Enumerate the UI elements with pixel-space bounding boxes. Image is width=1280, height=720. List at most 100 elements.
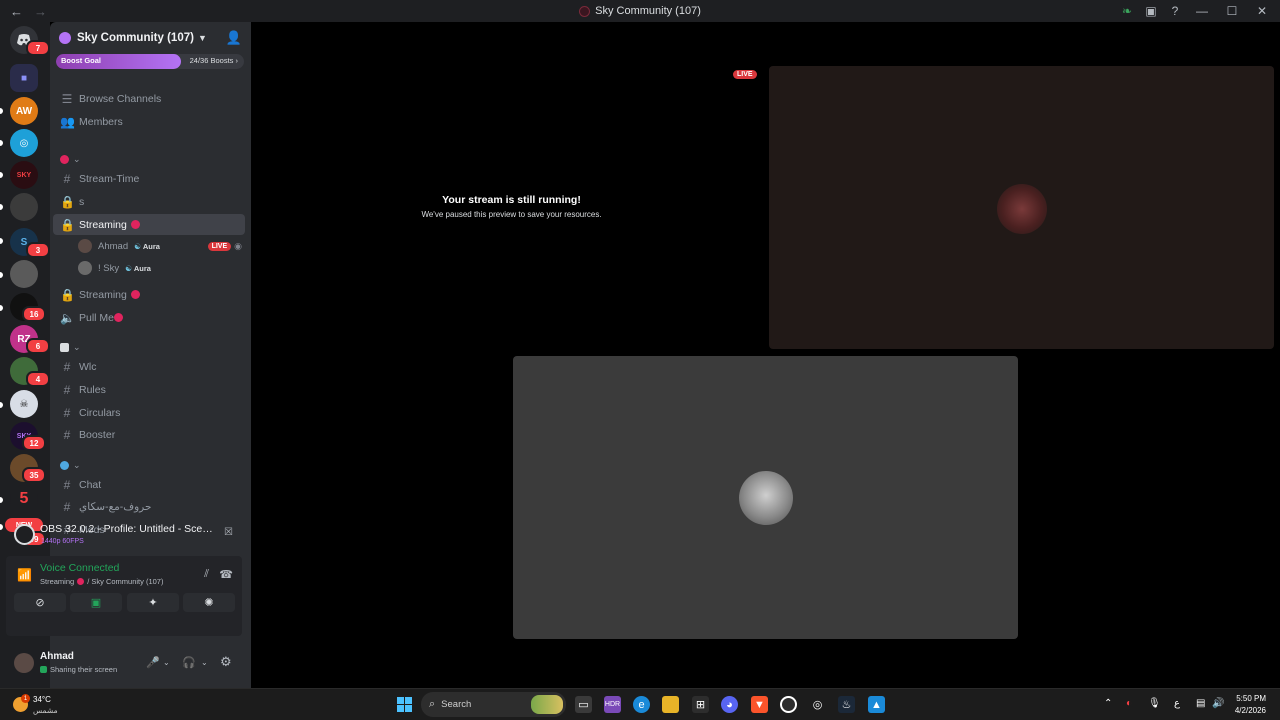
unread-indicator [0,272,3,278]
category-header-2[interactable]: ⌄ [60,342,81,353]
inbox-icon[interactable]: ▣ [1142,2,1160,20]
channel-rules[interactable]: # Rules [53,379,245,400]
server-icon-gray[interactable] [10,260,38,288]
task-view-button[interactable]: ▭ [575,696,592,713]
app-icon-blue[interactable]: ▲ [868,696,885,713]
disconnect-icon[interactable]: ☎ [219,568,233,581]
video-stage: Your stream is still running! We've paus… [251,22,1280,688]
close-button[interactable]: ✕ [1250,4,1274,18]
activities-button[interactable]: ✦ [127,593,179,612]
server-name: Sky Community (107) [77,32,194,44]
video-off-icon: ⊘ [35,597,45,609]
server-icon-photo[interactable] [10,193,38,221]
start-button[interactable] [396,696,413,713]
weather-condition: مشمس [33,706,58,715]
channel-booster[interactable]: # Booster [53,424,245,445]
system-clock[interactable]: 5:50 PM 4/2/2026 [1235,693,1266,717]
channel-s[interactable]: 🔒 s [53,191,245,212]
temperature: 34°C [33,695,51,704]
taskbar-search[interactable]: ⌕ Search [421,692,566,717]
microphone-tray-icon[interactable]: 🎙 [1148,698,1161,709]
channel-streaming-2[interactable]: 🔒 Streaming [53,284,245,305]
voice-user-ahmad[interactable]: Ahmad Aura LIVE ◉ [78,236,246,256]
obs-icon [14,524,35,545]
category-header-3[interactable]: ⌄ [60,460,81,471]
chevron-down-icon[interactable]: ⌄ [163,658,170,667]
leaf-icon[interactable]: ❧ [1118,2,1136,20]
channel-arabic[interactable]: # حروف-مع-سكاي [53,496,245,517]
channel-circulars[interactable]: # Circulars [53,402,245,423]
hash-icon: # [63,382,71,397]
channel-pull-me[interactable]: 🔈 Pull Me [53,307,245,328]
steam-icon[interactable]: ♨ [838,696,855,713]
participant-tile[interactable] [769,66,1274,349]
share-screen-button[interactable]: ▣ [70,593,122,612]
microphone-icon[interactable]: 🎤 [146,656,160,669]
unread-indicator [0,172,3,178]
brave-icon[interactable]: ▼ [751,696,768,713]
channel-wlc[interactable]: # Wlc [53,356,245,377]
file-explorer-icon[interactable] [662,696,679,713]
folder-server[interactable]: ■ [10,64,38,92]
stream-preview-card[interactable]: OBS 32.0.2 - Profile: Untitled - Scen...… [6,518,242,554]
voice-server: / Sky Community (107) [87,577,164,586]
members[interactable]: 👥 Members [53,111,245,132]
forward-button[interactable]: → [34,4,48,19]
app-icon-photos[interactable]: HDR [604,696,621,713]
server-icon-dark[interactable]: SKY [10,161,38,189]
category-emoji-icon [60,343,69,352]
server-icon-five[interactable]: 5 [10,485,38,513]
clock-time: 5:50 PM [1236,694,1266,703]
signal-icon[interactable]: 📶 [17,568,32,582]
voice-user-sky[interactable]: ! Sky Aura [78,258,246,278]
channel-stream-time[interactable]: # Stream-Time [53,168,245,189]
username[interactable]: Ahmad [40,651,74,662]
hash-icon: # [63,405,71,420]
maximize-button[interactable]: ☐ [1220,4,1244,18]
noise-suppression-icon[interactable]: ⫽ [204,568,209,581]
boost-count: 24/36 Boosts › [189,56,238,65]
sharing-icon [40,666,47,673]
title-bar: ← → Sky Community (107) ❧ ▣ ? — ☐ ✕ [0,0,1280,22]
eye-icon: ◉ [234,240,242,251]
minimize-button[interactable]: — [1190,4,1214,18]
back-button[interactable]: ← [10,4,24,19]
stream-quality: 1440p 60FPS [41,538,84,545]
add-member-icon[interactable]: 👤 [226,30,242,46]
stop-stream-icon[interactable]: ☒ [224,527,233,538]
language-indicator[interactable]: ع [1174,698,1180,709]
chevron-down-icon[interactable]: ⌄ [201,658,208,667]
gear-icon[interactable]: ⚙ [220,654,232,670]
server-icon-skull[interactable]: ☠ [10,390,38,418]
search-label: Search [441,699,472,710]
boost-goal-bar[interactable]: Boost Goal 24/36 Boosts › [56,54,244,69]
app-tray-icon[interactable]: ◐ [1126,698,1132,709]
chevron-up-icon[interactable]: ⌃ [1104,698,1112,709]
network-icon[interactable]: ▤ [1196,698,1205,709]
server-header[interactable]: Sky Community (107) ▼ 👤 [50,22,251,54]
server-icon-game[interactable]: ◎ [10,129,38,157]
speaker-icon: 🔈 [60,310,75,325]
volume-icon[interactable]: 🔊 [1212,698,1224,709]
category-emoji-icon [60,155,69,164]
voice-status[interactable]: Voice Connected [40,562,119,574]
camera-off-button[interactable]: ⊘ [14,593,66,612]
help-icon[interactable]: ? [1166,2,1184,20]
voice-location[interactable]: Streaming / Sky Community (107) [40,577,163,586]
headphones-icon[interactable]: 🎧 [182,656,196,669]
paused-subtitle: We've paused this preview to save your r… [421,210,601,219]
server-icon-arma[interactable]: AW [10,97,38,125]
avatar[interactable] [14,653,34,673]
steering-icon[interactable]: ◎ [809,696,826,713]
edge-icon[interactable]: e [633,696,650,713]
soundboard-button[interactable]: ✺ [183,593,235,612]
obs-taskbar-icon[interactable] [780,696,797,713]
channel-label: Wlc [79,360,97,373]
store-icon[interactable]: ⊞ [692,696,709,713]
channel-chat[interactable]: # Chat [53,474,245,495]
channel-streaming-active[interactable]: 🔒 Streaming [53,214,245,235]
browse-channels[interactable]: ☰ Browse Channels [53,88,245,109]
discord-taskbar-icon[interactable]: ◕ [721,696,738,713]
category-header-1[interactable]: ⌄ [60,154,81,165]
participant-tile[interactable] [513,356,1018,639]
